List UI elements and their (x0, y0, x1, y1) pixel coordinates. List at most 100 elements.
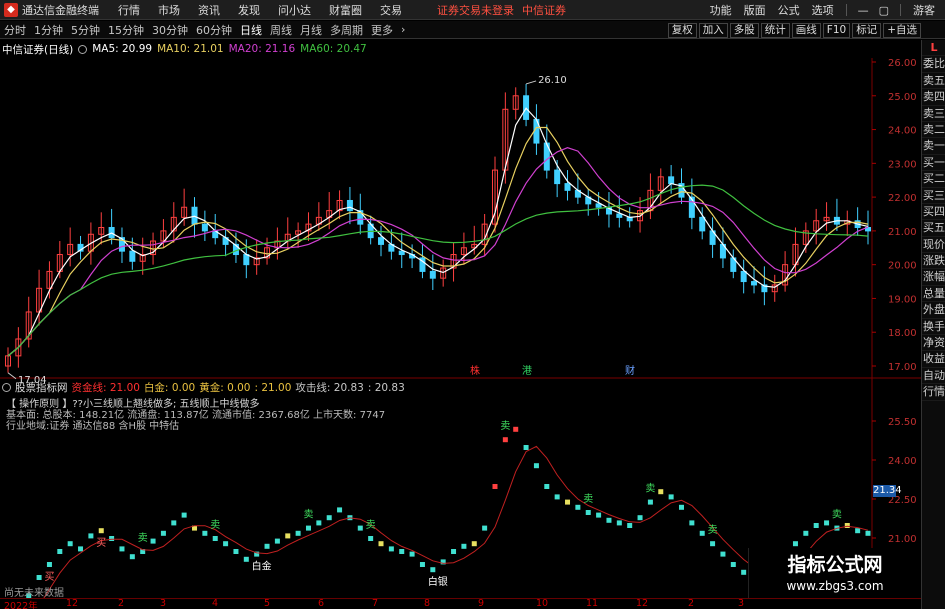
indicator-bar (482, 525, 488, 531)
period-60min[interactable]: 60分钟 (192, 22, 236, 38)
indicator-bar (865, 530, 871, 536)
period-30min[interactable]: 30分钟 (148, 22, 192, 38)
tab-ask3[interactable]: 卖三 (922, 106, 945, 122)
menu-wealth[interactable]: 财富圈 (320, 2, 371, 18)
period-monthly[interactable]: 月线 (296, 22, 326, 38)
settings-circle-icon[interactable] (2, 383, 11, 392)
menu-function[interactable]: 功能 (704, 2, 738, 18)
mark-button[interactable]: 标记 (852, 22, 882, 38)
date-tick: 2022年 (4, 601, 38, 609)
tab-ask5[interactable]: 卖五 (922, 73, 945, 90)
tab-bid3[interactable]: 买三 (922, 188, 945, 204)
watermark-title: 指标公式网 (787, 554, 883, 576)
indicator-bar (160, 530, 166, 536)
indicator-bar (513, 426, 519, 432)
date-tick: 12 (636, 598, 649, 609)
tab-bid-ratio[interactable]: 委比 (922, 56, 945, 73)
login-status[interactable]: 证券交易未登录 (437, 2, 514, 18)
settings-circle-icon[interactable] (78, 44, 88, 54)
period-daily[interactable]: 日线 (236, 22, 266, 38)
tab-price[interactable]: 现价 (922, 237, 945, 254)
guest-label[interactable]: 游客 (907, 2, 941, 18)
menu-trade[interactable]: 交易 (371, 2, 411, 18)
tab-ask4[interactable]: 卖四 (922, 89, 945, 106)
multi-stock-button[interactable]: 多股 (729, 22, 759, 38)
draw-line-button[interactable]: 画线 (791, 22, 821, 38)
tab-auto[interactable]: 自动 (922, 368, 945, 385)
indicator-bar (202, 530, 208, 536)
signal-label: 卖 (210, 519, 220, 531)
f10-button[interactable]: F10 (822, 22, 851, 38)
tab-bid4[interactable]: 买四 (922, 204, 945, 221)
indicator-bar (399, 549, 405, 554)
tab-l[interactable]: L (922, 40, 945, 57)
tab-turnover[interactable]: 换手 (922, 319, 945, 336)
line4-value: : 21.00 (254, 381, 292, 394)
add-watchlist-button[interactable]: +自选 (883, 22, 921, 38)
platinum-value: 白金: 0.00 (143, 382, 196, 394)
indicator-bar (129, 554, 135, 560)
candle-body (129, 250, 136, 262)
menu-options[interactable]: 选项 (806, 2, 840, 18)
tab-bid5[interactable]: 买五 (922, 220, 945, 237)
signal-label: 卖 (832, 509, 842, 521)
tab-ask2[interactable]: 卖二 (922, 122, 945, 139)
menu-formula[interactable]: 公式 (772, 2, 806, 18)
period-15min[interactable]: 15分钟 (104, 22, 148, 38)
indicator-bar (461, 543, 467, 549)
signal-label: 白银 (428, 575, 448, 588)
sub-tick-label: 24.00 (888, 456, 917, 467)
tab-outer[interactable]: 外盘 (922, 302, 945, 319)
menu-news[interactable]: 资讯 (189, 2, 229, 18)
stats-button[interactable]: 统计 (760, 22, 790, 38)
stock-title[interactable]: 中信证券(日线) (2, 42, 73, 57)
menu-layout[interactable]: 版面 (738, 2, 772, 18)
main-chart-header: 中信证券(日线) MA5: 20.99 MA10: 21.01 MA20: 21… (2, 42, 372, 56)
tab-bid2[interactable]: 买二 (922, 171, 945, 188)
indicator-bar (243, 556, 249, 562)
period-5min[interactable]: 5分钟 (67, 22, 104, 38)
sub-tick-label: 25.50 (888, 417, 917, 428)
tab-ask1[interactable]: 卖一 (922, 138, 945, 155)
indicator-bar (575, 504, 581, 510)
ma10-value: MA10: 21.01 (157, 43, 224, 55)
period-1min[interactable]: 1分钟 (30, 22, 67, 38)
indicator-bar (689, 520, 695, 526)
period-more[interactable]: 更多 (367, 22, 397, 38)
adjust-button[interactable]: 复权 (667, 22, 697, 38)
period-multi[interactable]: 多周期 (326, 22, 367, 38)
minimize-icon[interactable]: — (853, 4, 874, 17)
maximize-icon[interactable]: ▢ (874, 4, 894, 17)
overlay-button[interactable]: 加入 (698, 22, 728, 38)
indicator-bar (285, 533, 291, 539)
broker-name[interactable]: 中信证券 (522, 2, 566, 18)
chevron-right-icon[interactable]: › (397, 23, 409, 36)
candlestick-chart[interactable]: 26.00 25.00 24.00 23.00 22.00 21.00 20.00 19.00… (0, 40, 921, 609)
tab-quotes[interactable]: 行情 (922, 384, 945, 401)
tab-earnings[interactable]: 收益 (922, 351, 945, 368)
menu-ask[interactable]: 问小达 (269, 2, 320, 18)
menu-quotes[interactable]: 行情 (109, 2, 149, 18)
price-tick-label: 17.00 (888, 362, 917, 373)
indicator-bar (171, 520, 177, 526)
indicator-bar (295, 530, 301, 536)
menu-discover[interactable]: 发现 (229, 2, 269, 18)
tab-net-asset[interactable]: 净资 (922, 335, 945, 352)
tab-bid1[interactable]: 买一 (922, 155, 945, 172)
indicator-bar (109, 536, 115, 541)
indicator-bar (596, 512, 602, 518)
indicator-header: 股票指标网 资金线: 21.00 白金: 0.00 黄金: 0.00 : 21.… (2, 381, 409, 394)
date-tick: 4 (212, 598, 219, 609)
period-toolbar: 分时 1分钟 5分钟 15分钟 30分钟 60分钟 日线 周线 月线 多周期 更… (0, 21, 945, 39)
indicator-bar (585, 510, 591, 515)
tab-volume[interactable]: 总量 (922, 286, 945, 303)
tab-change[interactable]: 涨跌 (922, 253, 945, 270)
menu-market[interactable]: 市场 (149, 2, 189, 18)
indicator-bar (451, 549, 457, 554)
indicator-bar (554, 494, 560, 500)
event-marker: 港 (522, 365, 532, 377)
period-weekly[interactable]: 周线 (266, 22, 296, 38)
tab-change-pct[interactable]: 涨幅 (922, 269, 945, 286)
period-tick[interactable]: 分时 (0, 22, 30, 38)
indicator-name[interactable]: 股票指标网 (15, 380, 68, 395)
